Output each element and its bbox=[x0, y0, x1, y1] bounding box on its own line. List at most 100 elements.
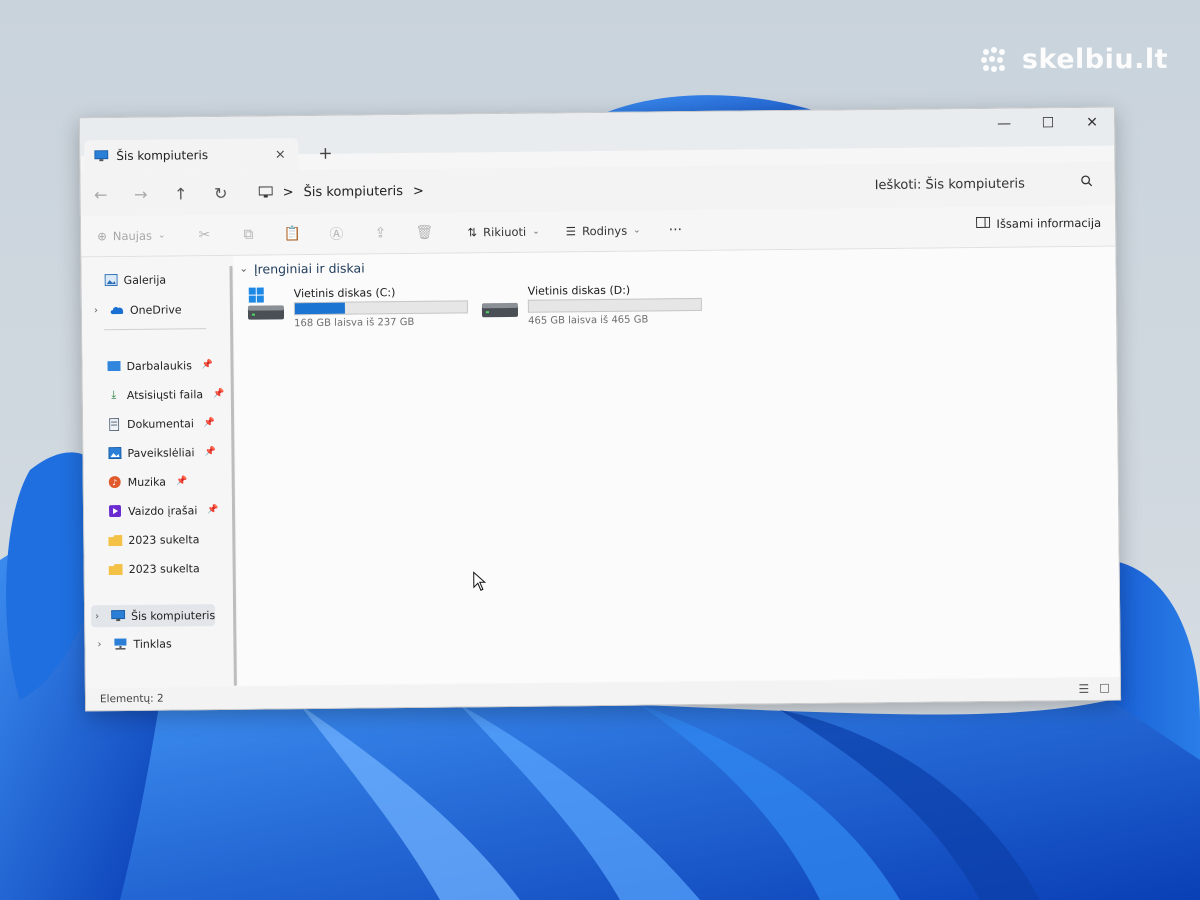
content-area: ⌄ Įrenginiai ir diskai Vietinis diskas (… bbox=[233, 246, 1120, 686]
rename-icon[interactable]: Ⓐ bbox=[319, 222, 353, 246]
file-explorer-window: Šis kompiuteris × + — ☐ ✕ ← → ↑ ↻ > Šis … bbox=[78, 106, 1122, 712]
sidebar-item-label: Muzika bbox=[127, 475, 167, 489]
item-count: Elementų: 2 bbox=[99, 692, 164, 706]
chevron-right-icon[interactable]: › bbox=[94, 305, 104, 316]
sidebar-item-network[interactable]: › Tinklas bbox=[97, 632, 172, 655]
search-box[interactable]: Ieškoti: Šis kompiuteris bbox=[865, 168, 1103, 200]
drive-name: Vietinis diskas (D:) bbox=[527, 283, 631, 298]
details-label: Išsami informacija bbox=[996, 215, 1102, 231]
details-pane-button[interactable]: Išsami informacija bbox=[976, 216, 1101, 231]
pin-icon[interactable]: 📌 bbox=[204, 447, 215, 457]
view-label: Rodinys bbox=[582, 223, 628, 239]
close-tab-button[interactable]: × bbox=[272, 147, 288, 162]
back-button[interactable]: ← bbox=[81, 185, 121, 204]
drive-usage-bar bbox=[293, 300, 468, 316]
more-options-button[interactable]: ··· bbox=[669, 222, 683, 238]
sidebar-item-documents[interactable]: Dokumentai 📌 bbox=[107, 412, 215, 435]
new-label: Naujas bbox=[112, 228, 153, 244]
watermark: skelbiu.lt bbox=[980, 44, 1168, 75]
onedrive-icon bbox=[110, 303, 124, 317]
plus-circle-icon: ⊕ bbox=[97, 229, 107, 244]
drive-c-info: Vietinis diskas (C:) 168 GB laisva iš 23… bbox=[294, 283, 468, 329]
sidebar-divider bbox=[104, 328, 207, 331]
refresh-button[interactable]: ↻ bbox=[201, 183, 241, 202]
breadcrumb-separator-end[interactable]: > bbox=[413, 183, 424, 198]
drive-usage-fill bbox=[294, 302, 345, 315]
sidebar-item-folder-1[interactable]: 2023 sukelta bbox=[108, 528, 199, 551]
pin-icon[interactable]: 📌 bbox=[213, 389, 224, 399]
sidebar-item-label: Galerija bbox=[123, 273, 167, 287]
sidebar-item-pictures[interactable]: Paveikslėliai 📌 bbox=[107, 441, 216, 464]
copy-icon[interactable]: ⧉ bbox=[231, 222, 265, 246]
sidebar-item-label: Atsisiųsti faila bbox=[126, 387, 204, 402]
details-view-icon[interactable]: ☰ bbox=[1078, 682, 1089, 696]
pin-icon[interactable]: 📌 bbox=[204, 418, 215, 428]
skelbiu-logo-icon bbox=[980, 46, 1005, 72]
navigation-pane: Galerija › OneDrive Darbalaukis 📌 ⤓ Atsi… bbox=[81, 255, 237, 688]
gallery-icon bbox=[104, 273, 118, 287]
download-icon: ⤓ bbox=[111, 388, 117, 402]
drive-c[interactable]: Vietinis diskas (C:) 168 GB laisva iš 23… bbox=[246, 283, 476, 329]
forward-button[interactable]: → bbox=[121, 184, 161, 203]
windows-drive-icon bbox=[246, 285, 286, 325]
sort-icon: ⇅ bbox=[467, 225, 478, 240]
minimize-button[interactable]: — bbox=[982, 109, 1026, 139]
tiles-view-icon[interactable]: ☐ bbox=[1099, 682, 1110, 696]
tab-this-pc[interactable]: Šis kompiuteris × bbox=[84, 138, 299, 173]
pin-icon[interactable]: 📌 bbox=[176, 476, 187, 486]
sidebar-item-label: 2023 sukelta bbox=[128, 532, 200, 547]
sidebar-item-onedrive[interactable]: › OneDrive bbox=[94, 298, 182, 321]
drive-name: Vietinis diskas (C:) bbox=[293, 286, 396, 301]
sidebar-item-label: 2023 sukelta bbox=[128, 561, 200, 576]
sidebar-item-label: Dokumentai bbox=[127, 416, 194, 431]
breadcrumb-this-pc[interactable]: Šis kompiuteris bbox=[304, 184, 404, 200]
sidebar-item-gallery[interactable]: Galerija bbox=[104, 269, 167, 292]
share-icon[interactable]: ⇪ bbox=[363, 221, 397, 245]
chevron-down-icon: ⌄ bbox=[239, 263, 248, 275]
sidebar-item-desktop[interactable]: Darbalaukis 📌 bbox=[106, 354, 213, 377]
this-pc-icon bbox=[110, 609, 126, 623]
chevron-right-icon[interactable]: › bbox=[97, 639, 107, 650]
network-icon bbox=[113, 637, 127, 651]
details-pane-icon bbox=[976, 216, 991, 231]
new-button[interactable]: ⊕ Naujas ⌄ bbox=[97, 229, 166, 244]
sort-button[interactable]: ⇅ Rikiuoti ⌄ bbox=[467, 225, 539, 240]
cut-icon[interactable]: ✂ bbox=[187, 223, 221, 247]
pin-icon[interactable]: 📌 bbox=[207, 505, 218, 515]
svg-text:♪: ♪ bbox=[112, 478, 117, 487]
breadcrumb[interactable]: > Šis kompiuteris > bbox=[251, 172, 819, 208]
sidebar-item-folder-2[interactable]: 2023 sukelta bbox=[108, 557, 200, 580]
view-button[interactable]: ☰ Rodinys ⌄ bbox=[566, 224, 641, 239]
sidebar-item-label: Šis kompiuteris bbox=[130, 608, 216, 623]
watermark-text: skelbiu.lt bbox=[1021, 44, 1168, 75]
drive-usage-bar bbox=[527, 297, 702, 313]
sidebar-item-downloads[interactable]: ⤓ Atsisiųsti faila 📌 bbox=[107, 383, 225, 406]
sort-label: Rikiuoti bbox=[483, 224, 527, 240]
folder-icon bbox=[108, 562, 123, 576]
documents-icon bbox=[107, 417, 121, 431]
delete-icon[interactable]: 🗑 bbox=[407, 221, 441, 245]
drive-d[interactable]: Vietinis diskas (D:) 465 GB laisva iš 46… bbox=[480, 281, 710, 327]
maximize-button[interactable]: ☐ bbox=[1026, 108, 1070, 138]
chevron-right-icon[interactable]: › bbox=[95, 611, 105, 622]
tab-title: Šis kompiuteris bbox=[116, 148, 209, 164]
group-header-devices[interactable]: ⌄ Įrenginiai ir diskai bbox=[239, 260, 364, 276]
close-window-button[interactable]: ✕ bbox=[1070, 108, 1114, 138]
sidebar-item-label: Darbalaukis bbox=[126, 358, 192, 373]
sidebar-item-this-pc[interactable]: › Šis kompiuteris bbox=[91, 604, 216, 628]
pin-icon[interactable]: 📌 bbox=[202, 360, 213, 370]
group-title: Įrenginiai ir diskai bbox=[253, 260, 365, 277]
sidebar-item-videos[interactable]: Vaizdo įrašai 📌 bbox=[108, 499, 219, 522]
sidebar-item-label: Tinklas bbox=[133, 636, 172, 651]
up-button[interactable]: ↑ bbox=[161, 184, 201, 203]
paste-icon[interactable]: 📋 bbox=[275, 222, 309, 246]
sidebar-item-music[interactable]: ♪ Muzika 📌 bbox=[108, 470, 188, 493]
new-tab-button[interactable]: + bbox=[318, 144, 332, 164]
search-icon bbox=[1081, 175, 1093, 191]
monitor-icon bbox=[258, 185, 273, 199]
sidebar-item-label: Paveikslėliai bbox=[127, 445, 195, 460]
pictures-icon bbox=[107, 446, 121, 460]
breadcrumb-separator: > bbox=[282, 184, 294, 200]
sidebar-item-label: Vaizdo įrašai bbox=[127, 503, 198, 518]
more-icon: ··· bbox=[668, 222, 683, 239]
